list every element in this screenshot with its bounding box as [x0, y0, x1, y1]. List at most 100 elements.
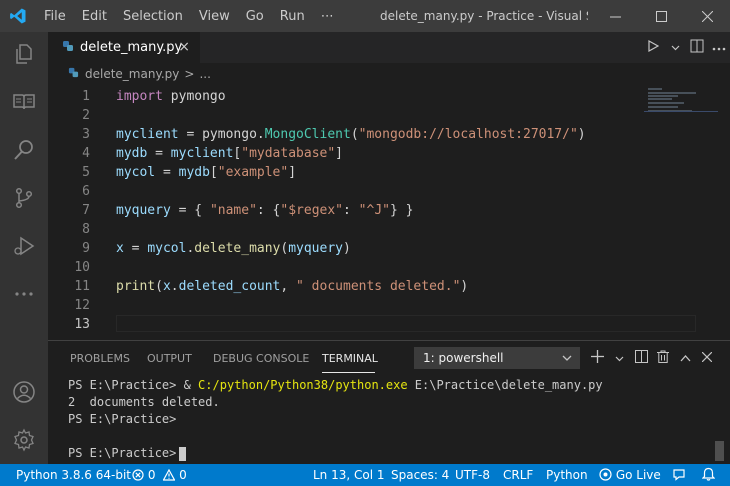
more-views-icon[interactable] [0, 274, 48, 314]
tab-debug-console[interactable]: DEBUG CONSOLE [213, 352, 309, 365]
split-terminal-icon[interactable] [630, 349, 652, 367]
menu-more[interactable]: ⋯ [313, 9, 342, 24]
code-line[interactable]: 12 [48, 296, 644, 315]
code-token: = pymongo. [178, 127, 265, 142]
line-number: 1 [82, 89, 90, 104]
menu-view[interactable]: View [191, 9, 238, 24]
terminal-scrollbar-thumb[interactable] [715, 441, 724, 461]
line-number: 6 [82, 184, 90, 199]
code-token: import [116, 89, 163, 104]
minimize-button[interactable] [592, 0, 638, 32]
code-token: = [155, 165, 179, 180]
close-panel-icon[interactable] [696, 350, 718, 366]
code-token: pymongo [162, 89, 226, 104]
menu-run[interactable]: Run [272, 9, 313, 24]
explorer-icon[interactable] [0, 34, 48, 74]
breadcrumb-symbols[interactable]: ... [199, 67, 210, 81]
code-token: ] [288, 165, 297, 180]
menu-selection[interactable]: Selection [115, 9, 191, 24]
split-editor-icon[interactable] [686, 39, 708, 57]
code-line[interactable]: 10 [48, 258, 644, 277]
python-interpreter[interactable]: Python 3.8.6 64-bit [16, 464, 131, 486]
end-of-line[interactable]: CRLF [503, 464, 533, 486]
code-line[interactable]: 2 [48, 106, 644, 125]
go-live-button[interactable]: Go Live [599, 464, 661, 486]
code-line[interactable]: 8 [48, 220, 644, 239]
code-token: } } [389, 203, 414, 218]
code-token: : { [256, 203, 281, 218]
line-number: 9 [82, 241, 90, 256]
code-line[interactable]: 3 myclient = pymongo.MongoClient("mongodb… [48, 125, 644, 144]
code-line[interactable]: 4 mydb = myclient["mydatabase"] [48, 144, 644, 163]
code-text: import pymongo [116, 87, 226, 106]
breadcrumb-separator: > [184, 67, 195, 81]
maximize-panel-icon[interactable] [674, 350, 696, 366]
accounts-icon[interactable] [0, 372, 48, 412]
source-control-icon[interactable] [0, 178, 48, 218]
menu-edit[interactable]: Edit [74, 9, 115, 24]
language-mode[interactable]: Python [546, 464, 588, 486]
code-line[interactable]: 11 print(x.deleted_count, " documents del… [48, 277, 644, 296]
tab-delete-many[interactable]: delete_many.py × [48, 32, 200, 63]
code-token: "example" [217, 165, 289, 180]
code-line[interactable]: 13 [48, 315, 644, 334]
trash-icon[interactable] [652, 350, 674, 367]
problems-status[interactable]: 0 0 [132, 464, 187, 486]
more-actions-icon[interactable] [708, 40, 730, 55]
notifications-bell-icon[interactable] [701, 464, 716, 486]
terminal-shell-select[interactable]: 1: powershell [414, 347, 580, 369]
minimap[interactable] [644, 87, 718, 340]
code-line[interactable]: 7 myquery = { "name": {"$regex": "^J"} } [48, 201, 644, 220]
settings-gear-icon[interactable] [0, 420, 48, 460]
code-token: print [116, 279, 156, 294]
code-text: print(x.deleted_count, " documents delet… [116, 277, 468, 296]
editor-scrollbar[interactable] [718, 87, 730, 340]
code-token: = [123, 241, 148, 256]
search-icon[interactable] [0, 130, 48, 170]
terminal-output[interactable]: PS E:\Practice> & C:/python/Python38/pyt… [68, 377, 718, 462]
shell-select-value: 1: powershell [423, 351, 504, 365]
code-editor[interactable]: 1 import pymongo 2 3 myclient = pymongo.Mong… [48, 87, 644, 340]
terminal-line: 2 documents deleted. [68, 395, 220, 409]
run-debug-icon[interactable] [0, 226, 48, 266]
code-line[interactable]: 5 mycol = mydb["example"] [48, 163, 644, 182]
code-token: : [343, 203, 359, 218]
close-window-button[interactable] [684, 0, 730, 32]
code-token: x [116, 241, 124, 256]
code-token: delete_many [194, 241, 281, 256]
breadcrumb-file[interactable]: delete_many.py [85, 67, 179, 81]
code-token: = { [170, 203, 210, 218]
tab-problems[interactable]: PROBLEMS [70, 352, 130, 365]
panel-actions [586, 347, 718, 369]
line-number: 7 [82, 203, 90, 218]
terminal-line: PS E:\Practice> [68, 412, 177, 426]
menu-go[interactable]: Go [238, 9, 272, 24]
terminal-dropdown-icon[interactable] [608, 350, 630, 366]
code-line[interactable]: 1 import pymongo [48, 87, 644, 106]
code-token: ) [460, 279, 469, 294]
run-dropdown-icon[interactable] [664, 40, 686, 55]
chevron-down-icon [562, 347, 572, 376]
code-token: "mongodb://localhost:27017/" [358, 127, 578, 142]
code-token: . [170, 279, 179, 294]
run-file-icon[interactable] [642, 39, 664, 56]
python-file-icon [68, 67, 79, 81]
code-text: myquery = { "name": {"$regex": "^J"} } [116, 201, 413, 220]
code-line[interactable]: 6 [48, 182, 644, 201]
window-title: delete_many.py - Practice - Visual Stu..… [380, 9, 588, 23]
tab-output[interactable]: OUTPUT [147, 352, 192, 365]
new-terminal-icon[interactable] [586, 349, 608, 367]
menu-file[interactable]: File [36, 9, 74, 24]
code-token: mydb [178, 165, 210, 180]
book-icon[interactable] [0, 82, 48, 122]
close-tab-icon[interactable]: × [178, 39, 190, 55]
maximize-button[interactable] [638, 0, 684, 32]
feedback-icon[interactable] [672, 464, 686, 486]
cursor-position[interactable]: Ln 13, Col 1 [313, 464, 385, 486]
code-line[interactable]: 9 x = mycol.delete_many(myquery) [48, 239, 644, 258]
code-text: x = mycol.delete_many(myquery) [116, 239, 351, 258]
code-token: myclient [116, 127, 179, 142]
tab-terminal[interactable]: TERMINAL [322, 352, 378, 365]
encoding[interactable]: UTF-8 [455, 464, 490, 486]
indentation[interactable]: Spaces: 4 [391, 464, 449, 486]
